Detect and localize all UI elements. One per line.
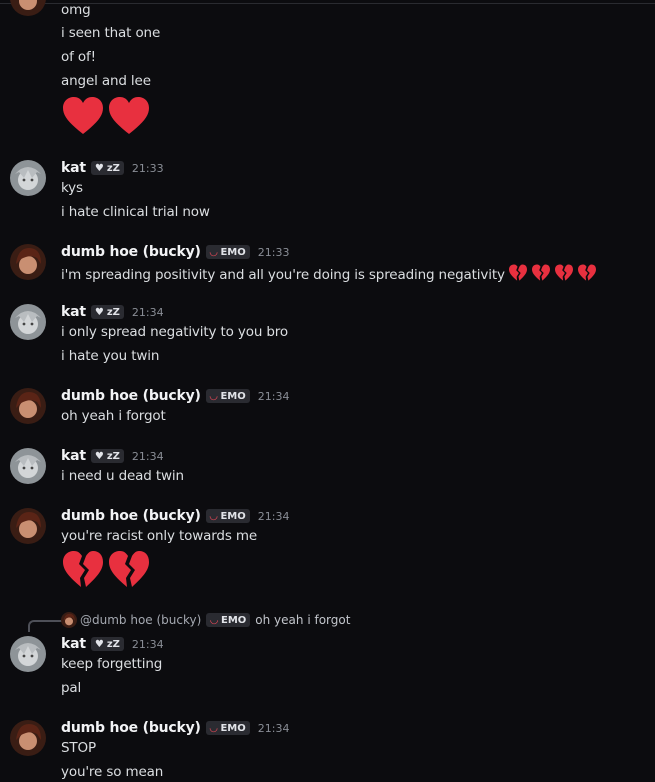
reply-preview[interactable]: @dumb hoe (bucky) ◡ EMO oh yeah i forgot	[61, 612, 350, 628]
user-tag[interactable]: ◡ EMO	[205, 245, 250, 259]
message-line: i'm spreading positivity and all you're …	[61, 264, 597, 283]
username[interactable]: dumb hoe (bucky)	[61, 388, 201, 404]
message-line: i need u dead twin	[61, 468, 184, 484]
avatar-bucky[interactable]	[10, 388, 46, 424]
timestamp[interactable]: 21:34	[132, 638, 164, 651]
emo-icon: ◡	[209, 246, 218, 258]
message-header: dumb hoe (bucky) ◡ EMO 21:34	[61, 718, 289, 738]
username[interactable]: kat	[61, 636, 86, 652]
avatar-kat[interactable]	[10, 448, 46, 484]
emo-icon: ◡	[209, 510, 218, 522]
red-heart-icon	[109, 97, 149, 134]
avatar-bucky[interactable]	[10, 244, 46, 280]
broken-heart-icon	[508, 264, 527, 281]
message-header: dumb hoe (bucky) ◡ EMO 21:34	[61, 386, 289, 406]
user-tag[interactable]: ◡ EMO	[205, 509, 250, 523]
broken-heart-icon	[554, 264, 573, 281]
avatar-kat[interactable]	[10, 636, 46, 672]
message-header: dumb hoe (bucky) ◡ EMO 21:33	[61, 242, 289, 262]
reply-spine	[28, 620, 62, 632]
message-line: you're so mean	[61, 764, 164, 780]
username[interactable]: kat	[61, 304, 86, 320]
avatar-kat[interactable]	[10, 160, 46, 196]
timestamp[interactable]: 21:34	[258, 722, 290, 735]
avatar-bucky-partial[interactable]	[10, 0, 46, 16]
emoji-row	[61, 96, 151, 140]
heart-icon: ♥	[94, 162, 104, 174]
user-tag: ◡ EMO	[206, 613, 251, 627]
message-line: i only spread negativity to you bro	[61, 324, 289, 340]
heart-icon: ♥	[94, 450, 104, 462]
avatar-bucky[interactable]	[10, 508, 46, 544]
message-header: dumb hoe (bucky) ◡ EMO 21:34	[61, 506, 289, 526]
message-line: angel and lee	[61, 73, 151, 89]
broken-heart-icon	[531, 264, 550, 281]
message-header: kat ♥ zZ 21:34	[61, 634, 164, 654]
message-line: i hate you twin	[61, 348, 160, 364]
user-tag[interactable]: ♥ zZ	[90, 305, 124, 319]
message-line: oh yeah i forgot	[61, 408, 166, 424]
timestamp[interactable]: 21:34	[132, 450, 164, 463]
timestamp[interactable]: 21:34	[258, 510, 290, 523]
user-tag[interactable]: ♥ zZ	[90, 449, 124, 463]
username[interactable]: dumb hoe (bucky)	[61, 720, 201, 736]
emoji-row	[61, 550, 151, 594]
user-tag[interactable]: ◡ EMO	[205, 721, 250, 735]
message-line: of of!	[61, 49, 96, 65]
emo-icon: ◡	[210, 614, 218, 626]
top-divider	[0, 3, 655, 4]
message-line: kys	[61, 180, 83, 196]
message-line: STOP	[61, 740, 96, 756]
avatar-bucky[interactable]	[10, 720, 46, 756]
message-line: pal	[61, 680, 82, 696]
username[interactable]: dumb hoe (bucky)	[61, 508, 201, 524]
timestamp[interactable]: 21:33	[132, 162, 164, 175]
broken-heart-icon	[577, 264, 596, 281]
message-line: i seen that one	[61, 25, 161, 41]
message-line: you're racist only towards me	[61, 528, 258, 544]
username[interactable]: kat	[61, 448, 86, 464]
red-heart-icon	[63, 97, 103, 134]
message-header: kat ♥ zZ 21:34	[61, 446, 164, 466]
reply-avatar	[61, 612, 77, 628]
timestamp[interactable]: 21:33	[258, 246, 290, 259]
message-line: keep forgetting	[61, 656, 163, 672]
reply-text: oh yeah i forgot	[255, 613, 351, 627]
heart-icon: ♥	[94, 638, 104, 650]
broken-heart-icon	[63, 551, 103, 587]
user-tag[interactable]: ♥ zZ	[90, 637, 124, 651]
heart-icon: ♥	[94, 306, 104, 318]
reply-username[interactable]: @dumb hoe (bucky)	[80, 613, 201, 627]
timestamp[interactable]: 21:34	[258, 390, 290, 403]
message-line: i hate clinical trial now	[61, 204, 210, 220]
message-line: omg	[61, 2, 91, 18]
message-header: kat ♥ zZ 21:34	[61, 302, 164, 322]
broken-heart-icon	[109, 551, 149, 587]
emo-icon: ◡	[209, 390, 218, 402]
user-tag[interactable]: ♥ zZ	[90, 161, 124, 175]
username[interactable]: dumb hoe (bucky)	[61, 244, 201, 260]
user-tag[interactable]: ◡ EMO	[205, 389, 250, 403]
timestamp[interactable]: 21:34	[132, 306, 164, 319]
emo-icon: ◡	[209, 722, 218, 734]
avatar-kat[interactable]	[10, 304, 46, 340]
username[interactable]: kat	[61, 160, 86, 176]
message-header: kat ♥ zZ 21:33	[61, 158, 164, 178]
